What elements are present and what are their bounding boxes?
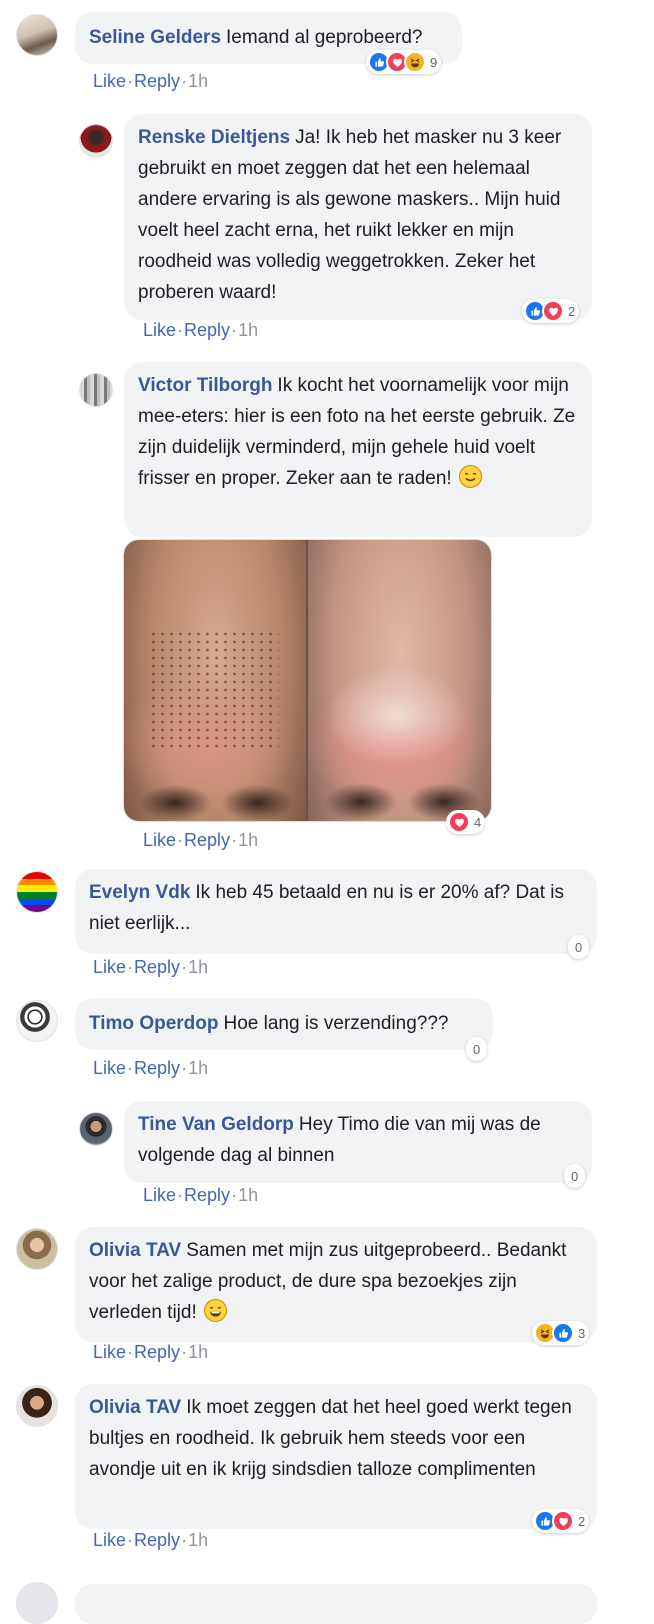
like-link[interactable]: Like [143, 320, 176, 340]
comment-author[interactable]: Victor Tilborgh [138, 375, 272, 396]
reaction-summary[interactable]: 2 [522, 299, 580, 323]
love-reaction-icon [552, 1510, 574, 1532]
comment-actions: Like·Reply·1h [93, 957, 209, 977]
comment-author[interactable]: Olivia TAV [89, 1397, 181, 1418]
love-reaction-icon [448, 811, 470, 833]
comment-actions: Like·Reply·1h [93, 1530, 209, 1550]
timestamp[interactable]: 1h [188, 71, 208, 91]
avatar[interactable] [79, 373, 113, 407]
comment-bubble: Olivia TAV Ik moet zeggen dat het heel go… [75, 1384, 597, 1529]
like-link[interactable]: Like [143, 830, 176, 850]
reply-link[interactable]: Reply [134, 957, 180, 977]
comment-actions: Like·Reply·1h [143, 1185, 259, 1205]
reaction-summary[interactable]: 3 [532, 1321, 590, 1345]
reaction-count: 3 [578, 1325, 586, 1341]
haha-reaction-icon [404, 51, 426, 73]
comment-bubble: Victor Tilborgh Ik kocht het voornamelijk… [124, 362, 592, 537]
comment-bubble: Olivia TAV Samen met mijn zus uitgeprobee… [75, 1227, 597, 1342]
reply-link[interactable]: Reply [134, 71, 180, 91]
timestamp[interactable]: 1h [238, 1185, 258, 1205]
avatar[interactable] [79, 124, 113, 158]
comment-author[interactable]: Olivia TAV [89, 1240, 181, 1261]
timestamp[interactable]: 1h [188, 1530, 208, 1550]
avatar[interactable] [16, 1582, 58, 1624]
timestamp[interactable]: 1h [238, 830, 258, 850]
comment-bubble: Evelyn Vdk Ik heb 45 betaald en nu is er … [75, 869, 597, 954]
comment-bubble: Timo Operdop Hoe lang is verzending??? [75, 998, 493, 1050]
like-link[interactable]: Like [93, 1058, 126, 1078]
timestamp[interactable]: 1h [188, 957, 208, 977]
like-link[interactable]: Like [93, 71, 126, 91]
comment-text: Ja! Ik heb het masker nu 3 keer gebruikt… [138, 127, 562, 303]
timestamp[interactable]: 1h [188, 1058, 208, 1078]
like-link[interactable]: Like [143, 1185, 176, 1205]
comment-actions: Like·Reply·1h [143, 320, 259, 340]
reaction-count: 0 [571, 1168, 579, 1184]
comment-actions: Like·Reply·1h [93, 71, 209, 91]
reaction-count: 2 [578, 1513, 586, 1529]
before-pores [149, 630, 279, 750]
comment-author[interactable]: Seline Gelders [89, 27, 221, 48]
avatar[interactable] [16, 871, 58, 913]
like-link[interactable]: Like [93, 957, 126, 977]
reply-link[interactable]: Reply [134, 1342, 180, 1362]
smiling-emoji-icon [458, 465, 482, 488]
reaction-summary[interactable]: 0 [568, 935, 590, 959]
reply-link[interactable]: Reply [184, 1185, 230, 1205]
avatar[interactable] [16, 1228, 58, 1270]
reply-link[interactable]: Reply [134, 1530, 180, 1550]
reaction-summary[interactable]: 2 [532, 1509, 590, 1533]
like-link[interactable]: Like [93, 1530, 126, 1550]
reaction-summary[interactable]: 0 [466, 1037, 488, 1061]
grinning-emoji-icon [204, 1299, 228, 1322]
reaction-count: 2 [568, 303, 576, 319]
comment-photo[interactable] [123, 539, 492, 822]
comment-author[interactable]: Timo Operdop [89, 1013, 218, 1034]
comment-bubble: Renske Dieltjens Ja! Ik heb het masker nu… [124, 114, 592, 320]
avatar[interactable] [79, 1112, 113, 1146]
like-link[interactable]: Like [93, 1342, 126, 1362]
reaction-count: 0 [473, 1041, 481, 1057]
reaction-summary[interactable]: 9 [366, 50, 442, 74]
avatar[interactable] [16, 14, 58, 56]
comment-actions: Like·Reply·1h [93, 1058, 209, 1078]
before-nostrils [134, 778, 299, 821]
reply-link[interactable]: Reply [184, 830, 230, 850]
reaction-count: 4 [474, 814, 482, 830]
comment-actions: Like·Reply·1h [143, 830, 259, 850]
avatar[interactable] [16, 1385, 58, 1427]
like-reaction-icon [552, 1322, 574, 1344]
reaction-count: 9 [430, 54, 438, 70]
love-reaction-icon [542, 300, 564, 322]
comment-bubble [75, 1584, 597, 1624]
reaction-count: 0 [575, 939, 583, 955]
timestamp[interactable]: 1h [238, 320, 258, 340]
comment-author[interactable]: Tine Van Geldorp [138, 1114, 294, 1135]
comment-author[interactable]: Renske Dieltjens [138, 127, 290, 148]
reply-link[interactable]: Reply [134, 1058, 180, 1078]
comment-actions: Like·Reply·1h [93, 1342, 209, 1362]
timestamp[interactable]: 1h [188, 1342, 208, 1362]
comment-text: Iemand al geprobeerd? [226, 27, 423, 48]
comment-bubble: Tine Van Geldorp Hey Timo die van mij was… [124, 1101, 592, 1183]
avatar[interactable] [16, 1000, 58, 1042]
reply-link[interactable]: Reply [184, 320, 230, 340]
comment-author[interactable]: Evelyn Vdk [89, 882, 190, 903]
reaction-summary[interactable]: 0 [564, 1164, 586, 1188]
comment-text: Hoe lang is verzending??? [223, 1013, 449, 1034]
reaction-summary[interactable]: 4 [446, 810, 486, 834]
